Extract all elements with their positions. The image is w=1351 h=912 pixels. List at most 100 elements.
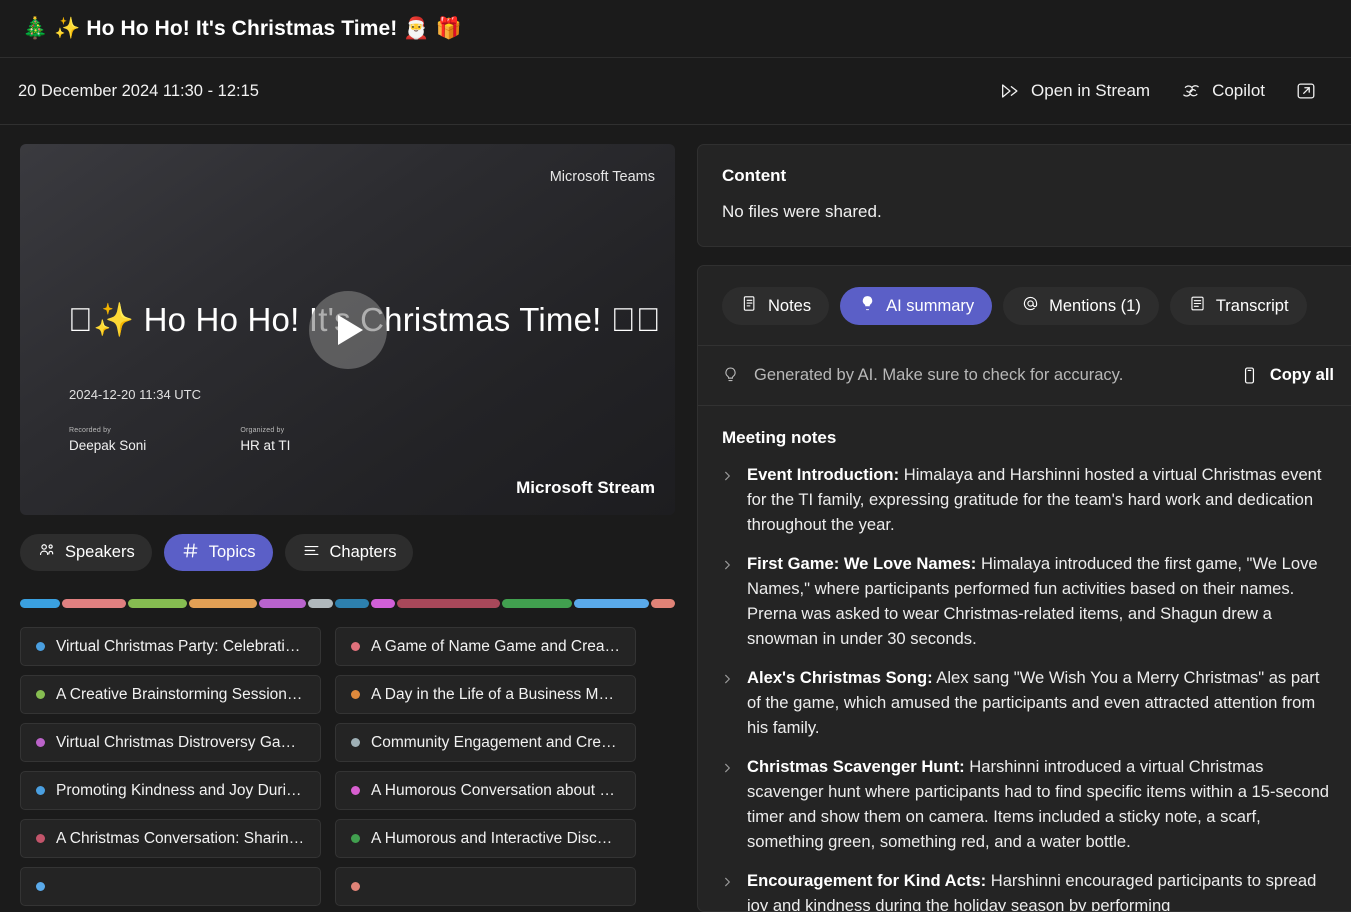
topic-list: Virtual Christmas Party: Celebrating ...… xyxy=(20,627,675,906)
topic-chip-label: Virtual Christmas Party: Celebrating ... xyxy=(56,637,305,655)
chevron-right-icon[interactable] xyxy=(722,558,736,651)
tab-ai-summary[interactable]: AI summary xyxy=(840,287,993,325)
topic-color-dot xyxy=(351,690,360,699)
meeting-note-item[interactable]: Encouragement for Kind Acts: Harshinni e… xyxy=(722,868,1336,911)
header-actions: Open in Stream Copilot xyxy=(987,72,1329,110)
chevron-right-icon[interactable] xyxy=(722,469,736,537)
open-external-button[interactable] xyxy=(1283,72,1329,110)
tab-transcript[interactable]: Transcript xyxy=(1169,287,1307,325)
topic-chip[interactable] xyxy=(20,867,321,906)
topic-chip[interactable]: Virtual Christmas Distroversy Game ... xyxy=(20,723,321,762)
topic-timeline[interactable] xyxy=(20,599,675,608)
lightbulb-icon xyxy=(720,365,741,386)
content-card: Content No files were shared. xyxy=(697,144,1351,247)
topic-color-dot xyxy=(36,642,45,651)
topic-color-dot xyxy=(351,642,360,651)
meeting-note-item[interactable]: Christmas Scavenger Hunt: Harshinni intr… xyxy=(722,754,1336,854)
topic-chip[interactable] xyxy=(335,867,636,906)
meeting-note-text: Alex's Christmas Song: Alex sang "We Wis… xyxy=(747,665,1336,740)
topic-color-dot xyxy=(36,834,45,843)
teams-brand-label: Microsoft Teams xyxy=(549,169,655,185)
topic-chip[interactable]: Virtual Christmas Party: Celebrating ... xyxy=(20,627,321,666)
topic-color-dot xyxy=(36,690,45,699)
play-icon xyxy=(338,314,363,345)
video-date-overlay: 2024-12-20 11:34 UTC xyxy=(69,387,202,402)
notes-icon xyxy=(740,294,759,318)
tab-notes[interactable]: Notes xyxy=(722,287,830,325)
copilot-button[interactable]: Copilot xyxy=(1168,72,1277,110)
copy-icon xyxy=(1239,365,1260,386)
play-button[interactable] xyxy=(308,290,387,369)
tab-speakers[interactable]: Speakers xyxy=(20,534,152,571)
topic-chip-label: A Day in the Life of a Business Meeti... xyxy=(371,685,620,703)
tab-mentions[interactable]: Mentions (1) xyxy=(1003,287,1159,325)
timeline-segment[interactable] xyxy=(397,599,500,608)
topic-chip-label: A Creative Brainstorming Session: Fr... xyxy=(56,685,305,703)
topic-chip[interactable]: A Creative Brainstorming Session: Fr... xyxy=(20,675,321,714)
meeting-note-heading: Event Introduction: xyxy=(747,465,900,484)
meeting-note-item[interactable]: Event Introduction: Himalaya and Harshin… xyxy=(722,462,1336,537)
topic-chip[interactable]: A Humorous Conversation about Ch... xyxy=(335,771,636,810)
open-in-stream-label: Open in Stream xyxy=(1031,81,1151,100)
meeting-note-text: Event Introduction: Himalaya and Harshin… xyxy=(747,462,1336,537)
recorded-by-name: Deepak Soni xyxy=(69,438,147,453)
tab-speakers-label: Speakers xyxy=(65,543,135,561)
topic-chip[interactable]: Community Engagement and Creati... xyxy=(335,723,636,762)
topic-chip-label: Promoting Kindness and Joy During... xyxy=(56,781,305,799)
copy-all-button[interactable]: Copy all xyxy=(1235,360,1338,391)
tab-chapters[interactable]: Chapters xyxy=(284,534,414,571)
timeline-segment[interactable] xyxy=(501,599,572,608)
right-tab-row: Notes AI summary Mentions (1) Transcript xyxy=(698,266,1351,346)
meeting-note-item[interactable]: First Game: We Love Names: Himalaya intr… xyxy=(722,551,1336,651)
meeting-datetime: 20 December 2024 11:30 - 12:15 xyxy=(18,81,259,100)
meeting-note-item[interactable]: Alex's Christmas Song: Alex sang "We Wis… xyxy=(722,665,1336,740)
meeting-notes-list: Event Introduction: Himalaya and Harshin… xyxy=(722,462,1336,911)
main-content: Microsoft Teams 􀀀✨ Ho Ho Ho! It's Christ… xyxy=(0,125,1351,912)
summary-card: Notes AI summary Mentions (1) Transcript… xyxy=(697,265,1351,912)
timeline-segment[interactable] xyxy=(188,599,257,608)
open-in-stream-button[interactable]: Open in Stream xyxy=(987,72,1162,110)
organized-by-name: HR at TI xyxy=(240,438,291,453)
left-tab-row: Speakers Topics Chapters xyxy=(20,534,675,571)
topic-chip-label: A Humorous and Interactive Discuss... xyxy=(371,829,620,847)
video-player-thumbnail[interactable]: Microsoft Teams 􀀀✨ Ho Ho Ho! It's Christ… xyxy=(20,144,675,515)
timeline-segment[interactable] xyxy=(651,599,675,608)
transcript-icon xyxy=(1188,294,1207,318)
open-external-icon xyxy=(1295,80,1317,102)
topic-chip[interactable]: A Game of Name Game and Creativity xyxy=(335,627,636,666)
timeline-segment[interactable] xyxy=(258,599,307,608)
video-credits: Recorded by Deepak Soni Organized by HR … xyxy=(69,427,290,453)
chevron-right-icon[interactable] xyxy=(722,875,736,911)
topic-color-dot xyxy=(36,738,45,747)
timeline-segment[interactable] xyxy=(573,599,650,608)
topic-chip[interactable]: A Day in the Life of a Business Meeti... xyxy=(335,675,636,714)
timeline-segment[interactable] xyxy=(334,599,369,608)
timeline-segment[interactable] xyxy=(20,599,60,608)
recorded-by-label: Recorded by xyxy=(69,427,111,434)
topic-chip[interactable]: A Christmas Conversation: Sharing C... xyxy=(20,819,321,858)
topic-color-dot xyxy=(36,786,45,795)
copilot-icon xyxy=(1180,80,1202,102)
timeline-segment[interactable] xyxy=(308,599,333,608)
timeline-segment[interactable] xyxy=(128,599,187,608)
meeting-note-text: Christmas Scavenger Hunt: Harshinni intr… xyxy=(747,754,1336,854)
stream-play-icon xyxy=(999,80,1021,102)
topic-chip[interactable]: A Humorous and Interactive Discuss... xyxy=(335,819,636,858)
ai-disclaimer-bar: Generated by AI. Make sure to check for … xyxy=(698,346,1351,406)
timeline-segment[interactable] xyxy=(370,599,396,608)
topic-color-dot xyxy=(36,882,45,891)
timeline-segment[interactable] xyxy=(61,599,127,608)
meeting-note-heading: Encouragement for Kind Acts: xyxy=(747,871,987,890)
recorded-by-block: Recorded by Deepak Soni xyxy=(69,427,146,453)
tab-notes-label: Notes xyxy=(768,296,812,315)
chevron-right-icon[interactable] xyxy=(722,672,736,740)
meeting-notes-body: Meeting notes Event Introduction: Himala… xyxy=(698,406,1351,911)
topic-chip-label: Community Engagement and Creati... xyxy=(371,733,620,751)
tab-topics[interactable]: Topics xyxy=(163,534,273,571)
chevron-right-icon[interactable] xyxy=(722,761,736,854)
tab-transcript-label: Transcript xyxy=(1215,296,1289,315)
meeting-note-heading: First Game: We Love Names: xyxy=(747,554,977,573)
at-icon xyxy=(1021,294,1040,318)
tab-ai-summary-label: AI summary xyxy=(886,296,975,315)
topic-chip[interactable]: Promoting Kindness and Joy During... xyxy=(20,771,321,810)
